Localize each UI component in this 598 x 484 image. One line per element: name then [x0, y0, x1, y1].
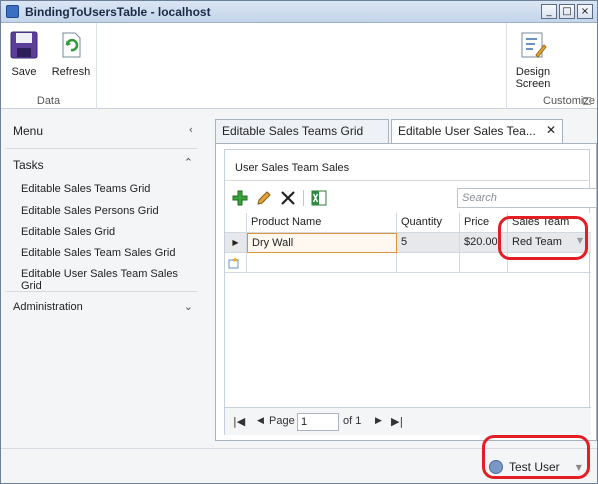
maximize-button[interactable]: □: [559, 4, 575, 19]
ribbon-group-data: Save Refresh Data: [1, 23, 97, 109]
save-label: Save: [11, 66, 37, 78]
pager: |◀ ◀ Page 1 of 1 ▶ ▶|: [225, 407, 591, 435]
nav-item-editable-sales-team-sales-grid[interactable]: Editable Sales Team Sales Grid: [21, 247, 176, 259]
save-icon: [10, 31, 38, 59]
row-selected-indicator-icon: ▶: [225, 233, 247, 253]
column-header-product-name[interactable]: Product Name: [247, 213, 397, 233]
chevron-down-icon[interactable]: ⌄: [184, 300, 193, 313]
menu-header: Menu: [13, 124, 44, 138]
page-count-label: of 1: [343, 415, 362, 427]
group-title-divider: [225, 180, 589, 181]
new-row-icon: [228, 257, 239, 269]
highlight-annotation: [498, 216, 588, 260]
refresh-icon: [62, 32, 81, 58]
grid-toolbar: [231, 188, 334, 208]
next-page-icon[interactable]: ▶: [375, 416, 382, 426]
tab-label: Editable User Sales Tea...: [398, 124, 536, 138]
row-indicator-header: [225, 213, 247, 233]
toolbar-separator: [303, 190, 304, 206]
nav-item-editable-sales-teams-grid[interactable]: Editable Sales Teams Grid: [21, 183, 150, 195]
refresh-label: Refresh: [51, 66, 91, 78]
new-row-indicator: [225, 253, 247, 273]
administration-header[interactable]: Administration: [13, 301, 83, 313]
export-excel-icon[interactable]: [310, 189, 328, 207]
page-number-input[interactable]: 1: [297, 413, 339, 431]
cell-quantity[interactable]: 5: [397, 233, 460, 253]
ribbon: Save Refresh Data Design Screen Customiz…: [1, 23, 597, 109]
tab-editable-user-sales-team[interactable]: Editable User Sales Tea... ✕: [391, 119, 563, 144]
ribbon-collapse-icon[interactable]: [583, 97, 591, 105]
design-label-line1: Design: [515, 66, 551, 78]
app-icon: [6, 5, 19, 18]
column-header-quantity[interactable]: Quantity: [397, 213, 460, 233]
first-page-icon[interactable]: |◀: [233, 415, 245, 428]
last-page-icon[interactable]: ▶|: [391, 415, 403, 428]
close-window-button[interactable]: ×: [577, 4, 593, 19]
search-input[interactable]: Search: [457, 188, 597, 208]
nav-item-editable-sales-persons-grid[interactable]: Editable Sales Persons Grid: [21, 205, 159, 217]
collapse-menu-chevron-icon[interactable]: ‹: [189, 123, 193, 136]
design-screen-icon: [521, 32, 547, 58]
window-title: BindingToUsersTable - localhost: [25, 5, 211, 19]
screen-panel: User Sales Team Sales Search Product Nam…: [215, 143, 597, 441]
refresh-button[interactable]: Refresh: [51, 31, 91, 78]
window-controls: _ □ ×: [541, 4, 593, 19]
nav-item-editable-sales-grid[interactable]: Editable Sales Grid: [21, 226, 115, 238]
new-row-cell[interactable]: [247, 253, 397, 273]
ribbon-group-label-data: Data: [36, 95, 61, 107]
add-icon[interactable]: [231, 189, 249, 207]
highlight-annotation: [482, 435, 590, 479]
tab-editable-sales-teams-grid[interactable]: Editable Sales Teams Grid: [215, 119, 389, 143]
title-bar: BindingToUsersTable - localhost _ □ ×: [1, 1, 597, 23]
page-label: Page: [269, 415, 295, 427]
nav-divider: [5, 148, 197, 149]
cell-product-name[interactable]: Dry Wall: [247, 233, 397, 253]
ribbon-group-customize: Design Screen Customize: [506, 23, 597, 109]
tasks-header[interactable]: Tasks: [13, 158, 44, 172]
close-tab-icon[interactable]: ✕: [546, 123, 556, 137]
navigation-pane: Menu ‹ Tasks ⌃ Editable Sales Teams Grid…: [1, 110, 201, 448]
edit-pencil-icon[interactable]: [255, 189, 273, 207]
design-screen-button[interactable]: Design Screen: [511, 31, 555, 90]
design-label-line2: Screen: [515, 78, 551, 90]
nav-divider: [5, 291, 197, 292]
delete-icon[interactable]: [279, 189, 297, 207]
save-button[interactable]: Save: [9, 31, 39, 78]
previous-page-icon[interactable]: ◀: [257, 416, 264, 426]
chevron-up-icon[interactable]: ⌃: [184, 156, 193, 169]
nav-item-editable-user-sales-team-sales-grid[interactable]: Editable User Sales Team Sales Grid: [21, 268, 201, 292]
user-sales-team-sales-group: User Sales Team Sales Search Product Nam…: [224, 149, 597, 435]
group-title: User Sales Team Sales: [235, 162, 350, 174]
new-row-cell[interactable]: [397, 253, 460, 273]
minimize-button[interactable]: _: [541, 4, 557, 19]
app-window: BindingToUsersTable - localhost _ □ × Sa…: [0, 0, 598, 484]
